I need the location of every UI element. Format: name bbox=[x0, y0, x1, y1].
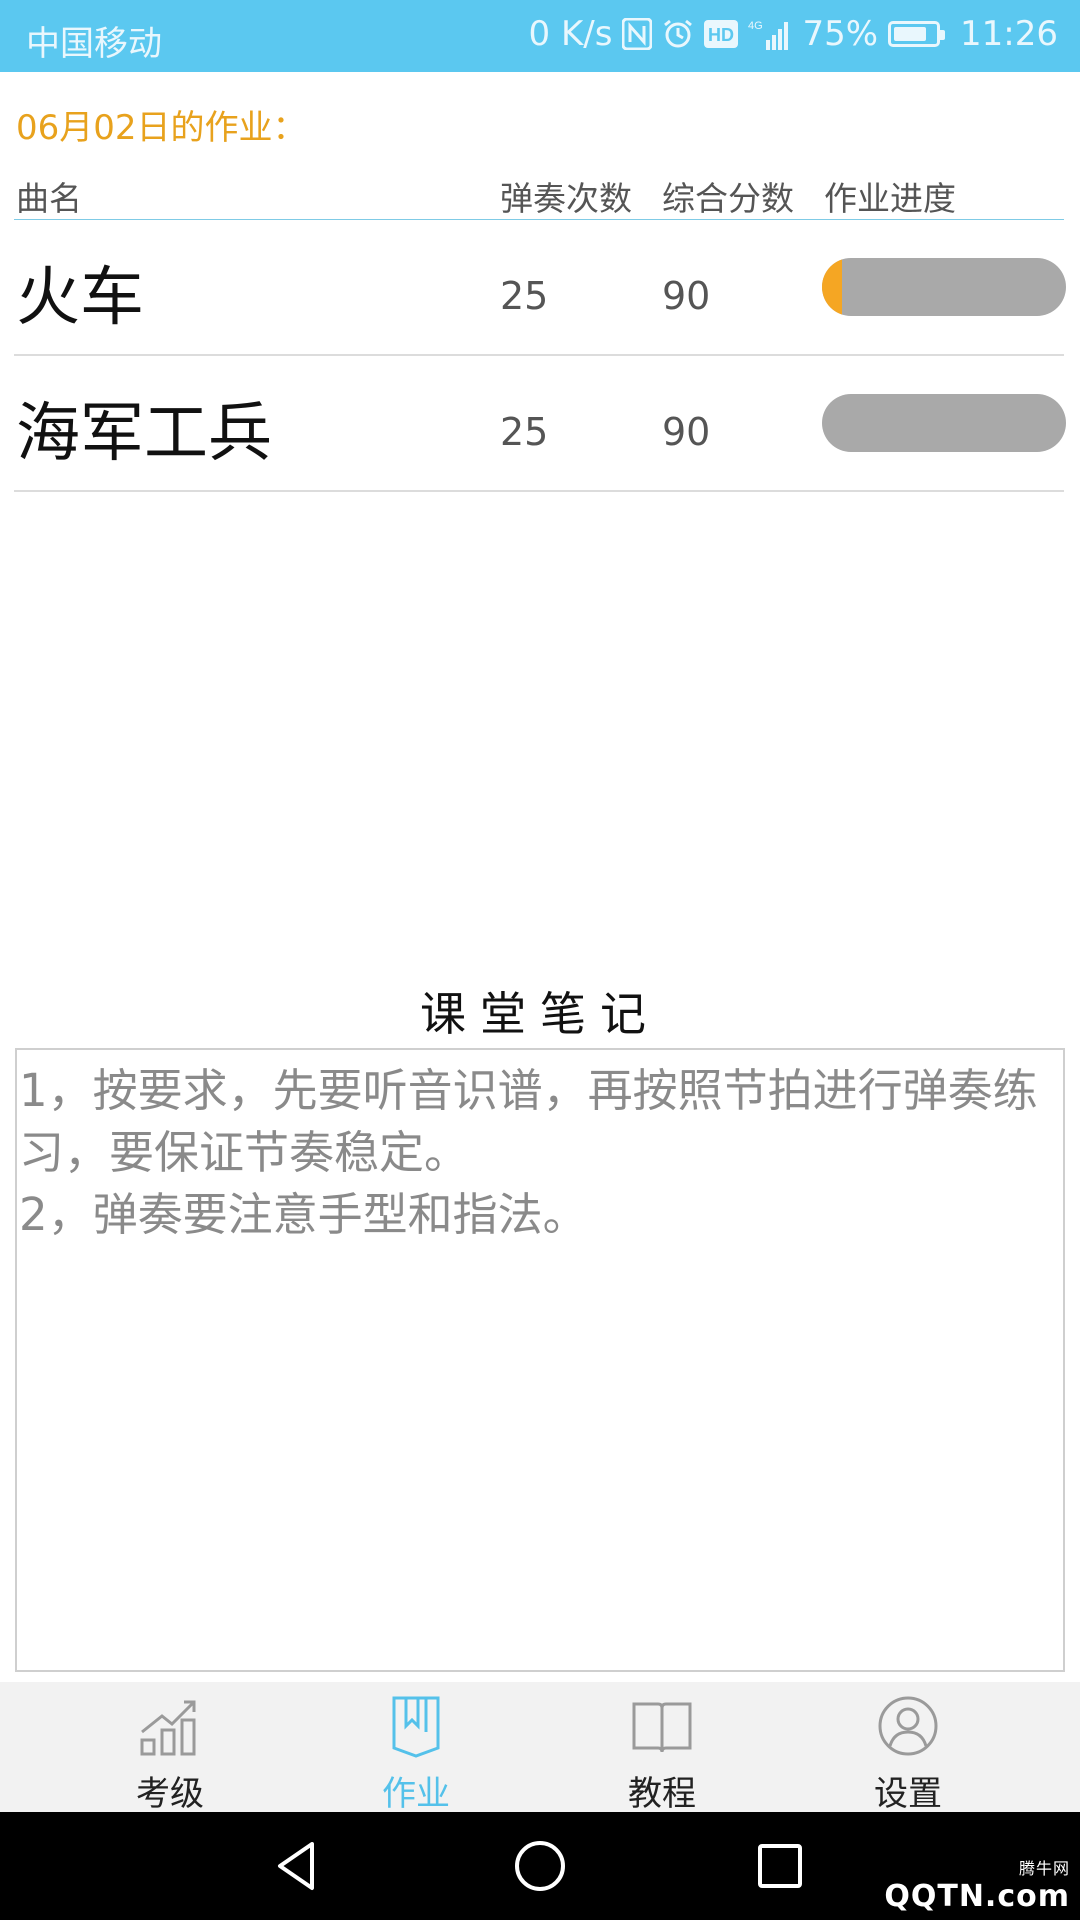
open-book-icon bbox=[628, 1692, 696, 1760]
clock: 11:26 bbox=[960, 14, 1058, 54]
network-type: 4G bbox=[748, 20, 763, 32]
progress-bar bbox=[822, 258, 1066, 316]
hd-icon: HD bbox=[704, 20, 739, 48]
play-count: 25 bbox=[500, 274, 549, 318]
nav-label: 作业 bbox=[382, 1774, 450, 1814]
watermark: 腾牛网 QQTN.com bbox=[884, 1855, 1070, 1914]
column-name: 曲名 bbox=[16, 179, 82, 218]
column-score: 综合分数 bbox=[662, 179, 794, 218]
alarm-icon bbox=[662, 18, 694, 50]
system-nav-bar: 腾牛网 QQTN.com bbox=[0, 1812, 1080, 1920]
nav-item-settings[interactable]: 设置 bbox=[808, 1682, 1008, 1814]
bottom-nav: 考级 作业 教程 设置 bbox=[0, 1682, 1080, 1814]
nav-label: 教程 bbox=[628, 1774, 696, 1814]
column-progress: 作业进度 bbox=[824, 179, 956, 218]
play-count: 25 bbox=[500, 410, 549, 454]
recents-icon[interactable] bbox=[748, 1834, 812, 1898]
notes-textarea[interactable]: 1，按要求，先要听音识谱，再按照节拍进行弹奏练习，要保证节奏稳定。 2，弹奏要注… bbox=[15, 1048, 1065, 1672]
bookmark-book-icon bbox=[382, 1692, 450, 1760]
carrier-name: 中国移动 bbox=[26, 24, 162, 64]
score: 90 bbox=[662, 410, 711, 454]
status-icons: 0 K/s HD 4G 75% 11:26 bbox=[529, 14, 1058, 54]
nav-label: 考级 bbox=[136, 1774, 204, 1814]
nav-item-tutorial[interactable]: 教程 bbox=[562, 1682, 762, 1814]
nav-label: 设置 bbox=[874, 1774, 942, 1814]
homework-row[interactable]: 火车 25 90 bbox=[14, 220, 1066, 356]
chart-growth-icon bbox=[136, 1692, 204, 1760]
notes-title: 课堂笔记 bbox=[420, 987, 660, 1041]
watermark-text: QQTN.com bbox=[884, 1879, 1070, 1914]
status-bar: 中国移动 0 K/s HD 4G 75% 11:26 bbox=[0, 0, 1080, 72]
homework-table-header: 曲名 弹奏次数 综合分数 作业进度 bbox=[14, 170, 1064, 220]
battery-icon bbox=[888, 21, 946, 47]
score: 90 bbox=[662, 274, 711, 318]
nav-item-exam[interactable]: 考级 bbox=[70, 1682, 270, 1814]
song-name: 海军工兵 bbox=[16, 397, 272, 471]
progress-fill bbox=[822, 258, 842, 316]
song-name: 火车 bbox=[16, 261, 144, 335]
nav-item-homework[interactable]: 作业 bbox=[316, 1682, 516, 1814]
home-icon[interactable] bbox=[508, 1834, 572, 1898]
homework-date-title: 06月02日的作业： bbox=[16, 108, 307, 148]
watermark-sub: 腾牛网 bbox=[1018, 1859, 1070, 1878]
signal-icon: 4G bbox=[748, 18, 792, 50]
battery-percent: 75% bbox=[802, 14, 879, 54]
progress-bar bbox=[822, 394, 1066, 452]
hd-label: HD bbox=[708, 25, 734, 45]
homework-row[interactable]: 海军工兵 25 90 bbox=[14, 356, 1066, 492]
nfc-icon bbox=[622, 18, 653, 50]
user-circle-icon bbox=[874, 1692, 942, 1760]
column-plays: 弹奏次数 bbox=[500, 179, 632, 218]
back-icon[interactable] bbox=[266, 1834, 330, 1898]
network-speed: 0 K/s bbox=[528, 14, 613, 54]
